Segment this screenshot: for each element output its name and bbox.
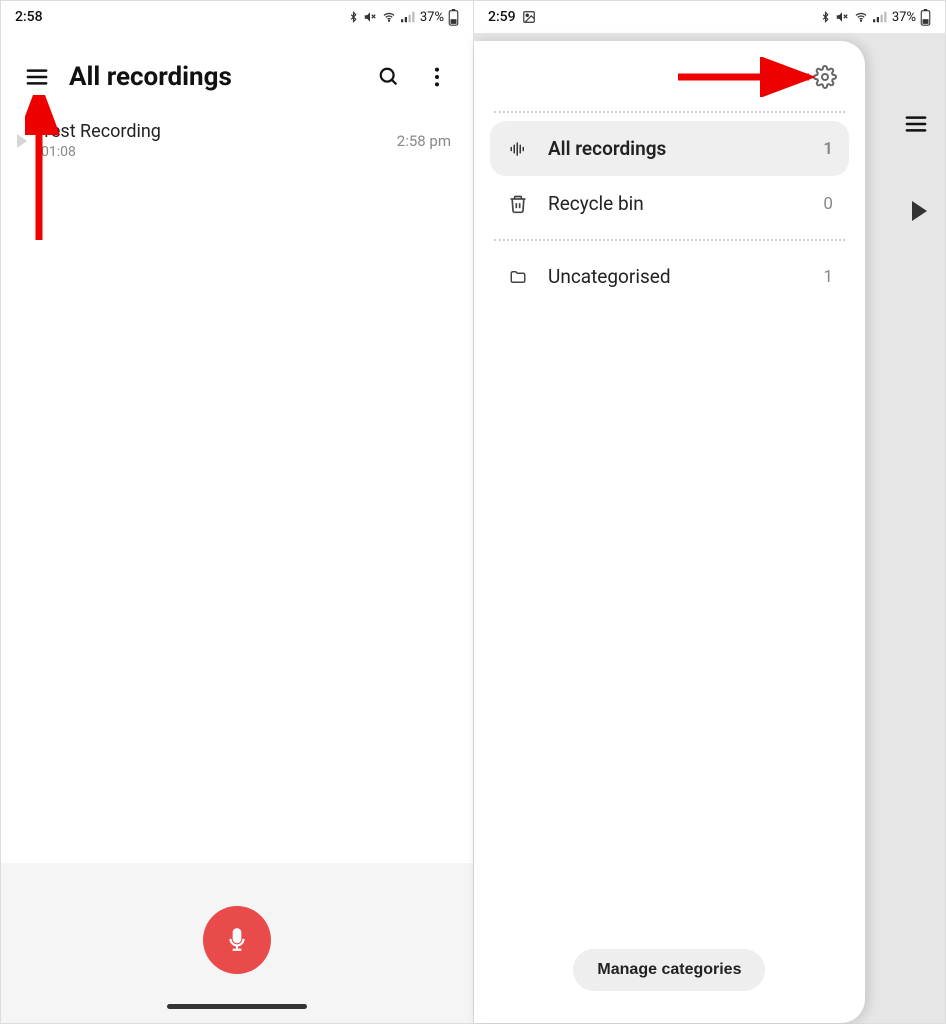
navigation-drawer: All recordings 1 Recycle bin 0 Uncategor… — [474, 41, 865, 1023]
phone-screenshot-right: 2:59 37% All r — [473, 1, 945, 1023]
search-icon — [378, 66, 400, 88]
mute-icon — [363, 10, 377, 24]
drawer-item-label: Uncategorised — [548, 265, 671, 288]
drawer-item-count: 1 — [823, 139, 833, 159]
drawer-item-count: 0 — [823, 194, 833, 214]
recording-list: Test Recording 01:08 2:58 pm — [1, 111, 473, 863]
search-button[interactable] — [373, 61, 405, 93]
settings-button[interactable] — [809, 61, 841, 93]
status-bar: 2:58 37% — [1, 1, 473, 33]
drawer-item-label: All recordings — [548, 137, 666, 160]
drawer-item-count: 1 — [823, 267, 833, 287]
background-hamburger-icon — [905, 115, 927, 137]
waveform-icon — [506, 140, 530, 158]
gear-icon — [813, 65, 837, 89]
battery-percent: 37% — [892, 10, 916, 25]
wifi-icon — [381, 11, 397, 23]
status-bar: 2:59 37% — [474, 1, 945, 33]
signal-icon — [401, 11, 416, 23]
hamburger-icon — [26, 68, 48, 86]
status-time: 2:59 — [488, 9, 516, 25]
drawer-item-uncategorised[interactable]: Uncategorised 1 — [490, 249, 849, 304]
drawer-item-recycle-bin[interactable]: Recycle bin 0 — [490, 176, 849, 231]
recording-time: 2:58 pm — [397, 132, 451, 150]
more-vertical-icon — [434, 66, 440, 88]
gallery-notif-icon — [522, 10, 536, 24]
phone-screenshot-left: 2:58 37% All recordings Test Recording 0 — [1, 1, 473, 1023]
page-title: All recordings — [69, 62, 357, 92]
recording-title: Test Recording — [41, 121, 383, 142]
drawer-item-label: Recycle bin — [548, 192, 644, 215]
status-icons: 37% — [348, 9, 459, 26]
app-header: All recordings — [1, 33, 473, 111]
wifi-icon — [853, 11, 869, 23]
manage-categories-button[interactable]: Manage categories — [573, 949, 765, 991]
more-options-button[interactable] — [421, 61, 453, 93]
status-time: 2:58 — [15, 9, 43, 25]
bottom-panel — [1, 863, 473, 1023]
battery-percent: 37% — [420, 10, 444, 25]
folder-icon — [506, 268, 530, 286]
drawer-item-all-recordings[interactable]: All recordings 1 — [490, 121, 849, 176]
status-icons: 37% — [820, 9, 931, 26]
bluetooth-icon — [348, 10, 359, 24]
record-button[interactable] — [203, 906, 271, 974]
nav-home-pill[interactable] — [167, 1004, 307, 1009]
recording-duration: 01:08 — [41, 144, 383, 160]
separator — [494, 239, 845, 241]
play-icon — [17, 134, 27, 148]
battery-icon — [448, 9, 459, 26]
hamburger-menu-button[interactable] — [21, 61, 53, 93]
battery-icon — [920, 9, 931, 26]
recording-item[interactable]: Test Recording 01:08 2:58 pm — [11, 111, 463, 170]
mute-icon — [835, 10, 849, 24]
background-play-icon — [912, 201, 927, 221]
microphone-icon — [224, 927, 250, 953]
separator — [494, 111, 845, 113]
trash-icon — [506, 194, 530, 214]
bluetooth-icon — [820, 10, 831, 24]
signal-icon — [873, 11, 888, 23]
